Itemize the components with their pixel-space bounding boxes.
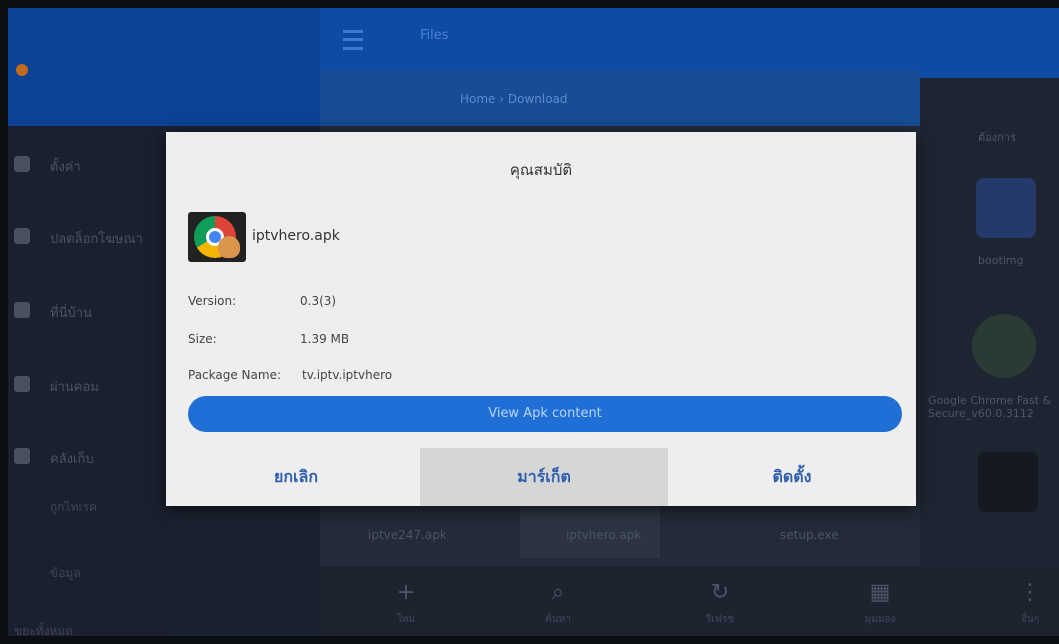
toolbar-label: ค้นหา (545, 614, 571, 625)
breadcrumb[interactable]: Home › Download (460, 92, 568, 106)
file-item[interactable]: Google Chrome Fast & Secure_v60.0.3112 (928, 394, 1058, 422)
apk-app-icon (188, 212, 246, 262)
sidebar-item-label: ปลดล็อกโฆษณา (50, 232, 143, 247)
view-icon[interactable]: ▦ (860, 580, 900, 605)
apk-file-name: iptvhero.apk (252, 228, 340, 244)
size-value: 1.39 MB (300, 332, 350, 346)
status-dot (16, 64, 28, 76)
size-label: Size: (188, 332, 217, 346)
package-value: tv.iptv.iptvhero (302, 368, 393, 382)
market-button[interactable]: มาร์เก็ต (420, 448, 668, 506)
sidebar-item-settings[interactable]: ตั้งค่า (8, 136, 168, 196)
folder-icon (14, 448, 30, 464)
sidebar-item-home[interactable]: ที่นี่บ้าน (8, 282, 168, 342)
toolbar-label: ใหม่ (396, 614, 416, 625)
add-icon[interactable]: + (386, 580, 426, 605)
install-button[interactable]: ติดตั้ง (668, 448, 916, 506)
toolbar-label: มุมมอง (864, 614, 896, 625)
mascot-icon (218, 236, 240, 258)
properties-dialog: คุณสมบัติ iptvhero.apk Version: 0.3(3) S… (166, 132, 916, 506)
package-label: Package Name: (188, 368, 281, 382)
view-apk-content-button[interactable]: View Apk content (188, 396, 902, 432)
sidebar-item-label: ที่นี่บ้าน (50, 306, 92, 321)
file-item[interactable]: setup.exe (780, 528, 839, 542)
sidebar-item-label: ตั้งค่า (50, 160, 81, 175)
toolbar-label: รีเฟรช (705, 614, 735, 625)
sidebar-item-storage[interactable]: คลังเก็บ (8, 428, 168, 488)
version-label: Version: (188, 294, 237, 308)
right-column-header: ต้องการ (978, 131, 1016, 144)
lock-icon (14, 228, 30, 244)
home-icon (14, 302, 30, 318)
sidebar-item-lower[interactable]: ถูกไทเรค (50, 498, 97, 517)
right-column: ต้องการ bootimg Google Chrome Fast & Sec… (920, 78, 1059, 636)
gear-icon (14, 156, 30, 172)
dialog-actions: ยกเลิก มาร์เก็ต ติดตั้ง (166, 448, 916, 506)
toolbar-label: อื่นๆ (1020, 614, 1040, 625)
refresh-icon[interactable]: ↻ (700, 580, 740, 605)
menu-icon[interactable] (343, 30, 363, 50)
sidebar-item-lower[interactable]: ขยะทั้งหมด (14, 622, 73, 636)
file-icon[interactable] (976, 178, 1036, 238)
sidebar: ตั้งค่า ปลดล็อกโฆษณา ที่นี่บ้าน ผ่านคอม … (8, 126, 168, 636)
file-icon[interactable] (978, 452, 1038, 512)
sidebar-item-pc[interactable]: ผ่านคอม (8, 356, 168, 416)
dialog-title: คุณสมบัติ (509, 161, 573, 179)
version-value: 0.3(3) (300, 294, 337, 308)
sidebar-item-lower[interactable]: ข้อมูล (50, 564, 81, 583)
file-item[interactable]: iptve247.apk (368, 528, 447, 542)
sidebar-item-label: ผ่านคอม (50, 380, 99, 395)
sidebar-item-unlock-ads[interactable]: ปลดล็อกโฆษณา (8, 208, 168, 268)
pc-icon (14, 376, 30, 392)
android-icon[interactable] (972, 314, 1036, 378)
app-title: Files (420, 28, 449, 43)
sidebar-item-label: คลังเก็บ (50, 452, 94, 467)
file-item[interactable]: bootimg (978, 254, 1024, 267)
bottom-toolbar: + ใหม่ ⌕ ค้นหา ↻ รีเฟรช ▦ มุมมอง ⋮ อื่นๆ (320, 568, 1059, 636)
breadcrumb-bar: Home › Download (320, 70, 920, 126)
more-icon[interactable]: ⋮ (1010, 580, 1050, 605)
search-icon[interactable]: ⌕ (538, 580, 578, 605)
file-item[interactable]: iptvhero.apk (566, 528, 641, 542)
cancel-button[interactable]: ยกเลิก (172, 448, 420, 506)
